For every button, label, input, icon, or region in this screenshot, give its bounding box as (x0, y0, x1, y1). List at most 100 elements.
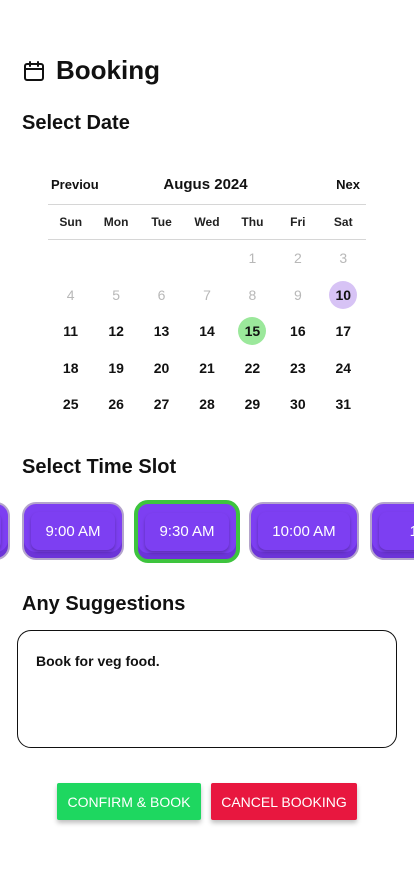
time-slot-button[interactable]: 9:30 AM (134, 500, 240, 563)
time-slot-list: 9:00 AM 9:30 AM 10:00 AM 10: (0, 500, 414, 564)
calendar-day-number: 20 (153, 359, 170, 376)
time-slot-label: 9:30 AM (145, 513, 229, 551)
calendar-day[interactable]: 10 (321, 277, 366, 314)
calendar-day[interactable]: 31 (321, 386, 366, 423)
calendar-empty-cell (93, 240, 138, 277)
calendar-day-number: 18 (62, 359, 79, 376)
calendar-empty-cell (184, 240, 229, 277)
calendar-day[interactable]: 2 (275, 240, 320, 277)
calendar-day-number: 25 (62, 396, 79, 413)
calendar-day[interactable]: 22 (230, 350, 275, 387)
calendar: Previou Augus 2024 Nex Sun Mon Tue Wed Thu Fr… (48, 170, 366, 423)
calendar-day[interactable]: 26 (93, 386, 138, 423)
calendar-day-number: 10 (329, 280, 358, 309)
calendar-day[interactable]: 16 (275, 313, 320, 350)
calendar-day[interactable]: 21 (184, 350, 229, 387)
time-slot-label: 10: (379, 512, 414, 550)
header: Booking (22, 55, 160, 86)
calendar-day[interactable]: 1 (230, 240, 275, 277)
time-slot-label: 10:00 AM (258, 512, 350, 550)
calendar-day-number (193, 244, 221, 272)
weekday-label: Sat (333, 215, 353, 229)
time-slot-button[interactable] (0, 502, 10, 560)
calendar-day[interactable]: 20 (139, 350, 184, 387)
calendar-day-number: 31 (335, 396, 352, 413)
calendar-day[interactable]: 4 (48, 277, 93, 314)
time-slot-button[interactable]: 10: (370, 502, 414, 560)
calendar-day[interactable]: 30 (275, 386, 320, 423)
time-slot-button[interactable]: 10:00 AM (249, 502, 359, 560)
select-date-title: Select Date (22, 112, 130, 134)
calendar-day[interactable]: 3 (321, 240, 366, 277)
calendar-day[interactable]: 19 (93, 350, 138, 387)
calendar-day-number: 3 (339, 250, 348, 267)
calendar-day-number: 6 (157, 286, 166, 303)
calendar-day[interactable]: 15 (230, 313, 275, 350)
calendar-day[interactable]: 9 (275, 277, 320, 314)
calendar-day-number: 2 (293, 250, 302, 267)
calendar-day[interactable]: 29 (230, 386, 275, 423)
calendar-day[interactable]: 24 (321, 350, 366, 387)
calendar-day-number (148, 244, 176, 272)
calendar-day-number: 15 (238, 317, 267, 346)
any-suggestions-title: Any Suggestions (22, 593, 186, 615)
weekday-label: Mon (103, 215, 129, 229)
confirm-book-button[interactable]: CONFIRM & BOOK (57, 783, 201, 820)
calendar-day[interactable]: 25 (48, 386, 93, 423)
weekday-row: Sun Mon Tue Wed Thu Fri Sat (48, 205, 366, 239)
cancel-booking-button[interactable]: CANCEL BOOKING (211, 783, 357, 820)
calendar-day-number: 27 (153, 396, 170, 413)
calendar-day-number: 8 (248, 286, 257, 303)
calendar-day-number: 24 (335, 359, 352, 376)
weekday-label: Fri (290, 215, 306, 229)
calendar-day-number: 16 (290, 323, 306, 340)
page-title: Booking (56, 55, 160, 85)
calendar-day-number (102, 244, 130, 272)
calendar-day[interactable]: 12 (93, 313, 138, 350)
calendar-day-number: 22 (244, 359, 261, 376)
calendar-day-number: 21 (199, 359, 215, 376)
calendar-empty-cell (139, 240, 184, 277)
calendar-day-number: 5 (112, 286, 121, 303)
suggestions-input[interactable]: Book for veg food. (17, 630, 397, 748)
weekday-label: Sun (59, 215, 83, 229)
calendar-day-number: 14 (199, 323, 215, 340)
calendar-nav: Previou Augus 2024 Nex (48, 170, 366, 198)
select-time-slot-title: Select Time Slot (22, 456, 177, 478)
time-slot-label (0, 512, 1, 550)
calendar-empty-cell (48, 240, 93, 277)
calendar-day[interactable]: 27 (139, 386, 184, 423)
calendar-day[interactable]: 5 (93, 277, 138, 314)
month-label: Augus 2024 (163, 175, 248, 193)
calendar-day[interactable]: 23 (275, 350, 320, 387)
weekday-label: Wed (194, 215, 220, 229)
calendar-day-number: 26 (108, 396, 124, 413)
calendar-icon (22, 59, 46, 83)
calendar-day-number: 1 (248, 250, 257, 267)
calendar-day-number: 17 (335, 323, 352, 340)
calendar-day[interactable]: 7 (184, 277, 229, 314)
calendar-day[interactable]: 11 (48, 313, 93, 350)
calendar-day[interactable]: 13 (139, 313, 184, 350)
calendar-day-number: 9 (293, 286, 302, 303)
calendar-day[interactable]: 6 (139, 277, 184, 314)
previous-month-button[interactable]: Previou (48, 177, 111, 192)
day-grid: 1 2 3 4 5 6 7 8 9 10 11 12 13 14 15 16 17 18 19 20 21 22 23 24 2… (48, 240, 366, 423)
next-month-button[interactable]: Nex (300, 177, 366, 192)
calendar-day-number: 29 (244, 396, 261, 413)
calendar-day-number: 12 (108, 323, 124, 340)
calendar-day[interactable]: 17 (321, 313, 366, 350)
calendar-day-number (57, 244, 85, 272)
time-slot-button[interactable]: 9:00 AM (22, 502, 124, 560)
calendar-day-number: 7 (203, 286, 211, 303)
calendar-day[interactable]: 28 (184, 386, 229, 423)
calendar-day-number: 19 (108, 359, 124, 376)
calendar-day-number: 13 (153, 323, 170, 340)
booking-screen: Booking Select Date Previou Augus 2024 N… (0, 0, 414, 896)
calendar-day-number: 28 (199, 396, 215, 413)
calendar-day[interactable]: 8 (230, 277, 275, 314)
time-slot-label: 9:00 AM (31, 512, 115, 550)
calendar-day-number: 4 (66, 286, 75, 303)
calendar-day[interactable]: 14 (184, 313, 229, 350)
calendar-day[interactable]: 18 (48, 350, 93, 387)
